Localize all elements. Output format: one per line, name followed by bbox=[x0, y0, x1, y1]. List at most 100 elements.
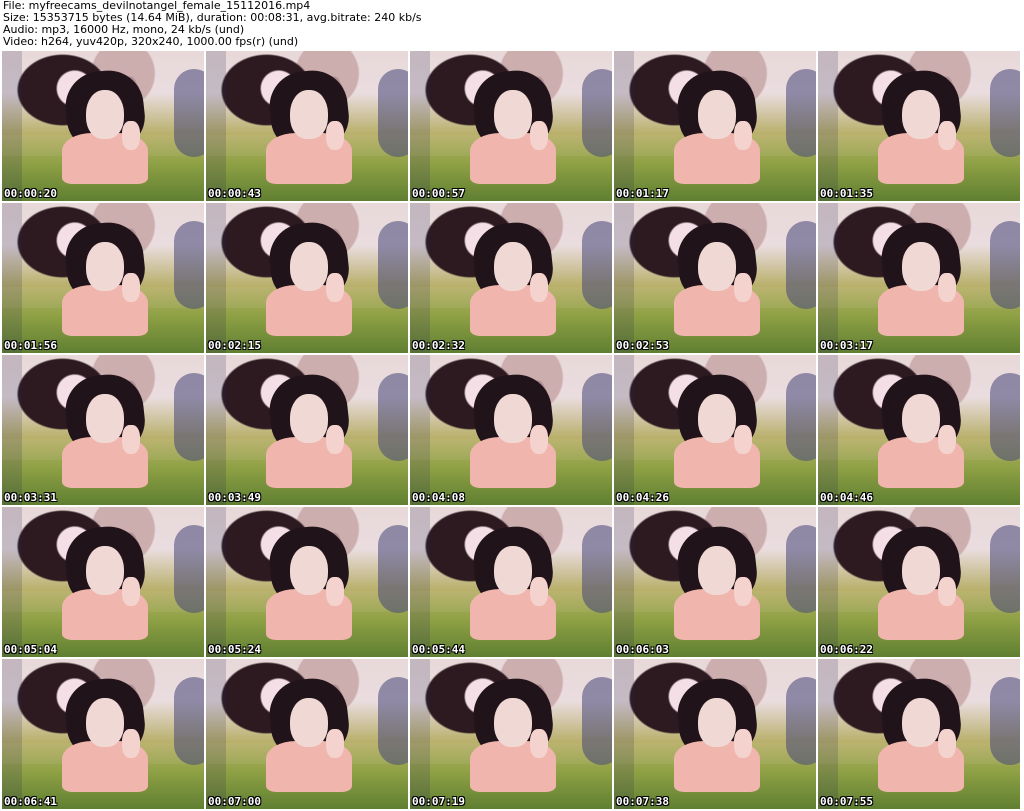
thumbnail-shadow bbox=[582, 221, 612, 309]
thumbnail-timestamp: 00:01:56 bbox=[4, 339, 57, 352]
thumbnail-person bbox=[671, 66, 764, 185]
thumbnail-hand bbox=[529, 272, 549, 303]
thumbnail-shadow bbox=[378, 221, 408, 309]
thumbnail-face bbox=[86, 89, 124, 139]
thumbnail-shadow bbox=[990, 525, 1020, 613]
thumbnail-shadow bbox=[174, 221, 204, 309]
video-thumbnail: 00:06:22 bbox=[818, 507, 1020, 657]
thumbnail-person bbox=[671, 370, 764, 489]
thumbnail-hand bbox=[937, 728, 957, 759]
video-info-line: Video: h264, yuv420p, 320x240, 1000.00 f… bbox=[3, 35, 299, 48]
thumbnail-timestamp: 00:05:24 bbox=[208, 643, 261, 656]
thumbnail-face bbox=[494, 89, 532, 139]
thumbnail-hand bbox=[529, 424, 549, 455]
thumbnail-timestamp: 00:01:35 bbox=[820, 187, 873, 200]
thumbnail-face bbox=[698, 241, 736, 291]
thumbnail-person bbox=[263, 674, 356, 793]
thumbnail-person bbox=[467, 218, 560, 337]
thumbnail-hand bbox=[121, 424, 141, 455]
thumbnail-person bbox=[671, 218, 764, 337]
thumbnail-person bbox=[875, 66, 968, 185]
thumbnail-grid: 00:00:20 00:00:43 00:00:57 00:01:17 00:0… bbox=[2, 51, 1022, 811]
thumbnail-shadow bbox=[378, 525, 408, 613]
thumbnail-timestamp: 00:01:17 bbox=[616, 187, 669, 200]
thumbnail-hand bbox=[529, 120, 549, 151]
video-thumbnail: 00:05:04 bbox=[2, 507, 204, 657]
thumbnail-timestamp: 00:05:04 bbox=[4, 643, 57, 656]
thumbnail-face bbox=[698, 89, 736, 139]
thumbnail-person bbox=[263, 370, 356, 489]
thumbnail-face bbox=[494, 241, 532, 291]
thumbnail-person bbox=[59, 370, 152, 489]
video-thumbnail: 00:07:19 bbox=[410, 659, 612, 809]
thumbnail-timestamp: 00:00:20 bbox=[4, 187, 57, 200]
video-thumbnail: 00:06:41 bbox=[2, 659, 204, 809]
video-thumbnail: 00:07:00 bbox=[206, 659, 408, 809]
video-thumbnail: 00:01:56 bbox=[2, 203, 204, 353]
thumbnail-shadow bbox=[582, 677, 612, 765]
thumbnail-person bbox=[671, 674, 764, 793]
thumbnail-face bbox=[494, 545, 532, 595]
thumbnail-hand bbox=[121, 728, 141, 759]
thumbnail-person bbox=[875, 218, 968, 337]
thumbnail-shadow bbox=[786, 221, 816, 309]
thumbnail-timestamp: 00:04:08 bbox=[412, 491, 465, 504]
thumbnail-timestamp: 00:03:17 bbox=[820, 339, 873, 352]
thumbnail-face bbox=[86, 697, 124, 747]
thumbnail-timestamp: 00:02:32 bbox=[412, 339, 465, 352]
thumbnail-shadow bbox=[582, 69, 612, 157]
thumbnail-person bbox=[59, 674, 152, 793]
video-thumbnail: 00:03:31 bbox=[2, 355, 204, 505]
thumbnail-timestamp: 00:06:41 bbox=[4, 795, 57, 808]
thumbnail-person bbox=[875, 674, 968, 793]
thumbnail-person bbox=[263, 522, 356, 641]
thumbnail-hand bbox=[325, 272, 345, 303]
thumbnail-face bbox=[698, 697, 736, 747]
thumbnail-hand bbox=[325, 728, 345, 759]
thumbnail-face bbox=[494, 697, 532, 747]
thumbnail-face bbox=[494, 393, 532, 443]
thumbnail-person bbox=[875, 370, 968, 489]
thumbnail-face bbox=[290, 393, 328, 443]
thumbnail-timestamp: 00:04:46 bbox=[820, 491, 873, 504]
video-thumbnail: 00:04:46 bbox=[818, 355, 1020, 505]
thumbnail-person bbox=[263, 218, 356, 337]
thumbnail-shadow bbox=[990, 69, 1020, 157]
thumbnail-person bbox=[875, 522, 968, 641]
thumbnail-person bbox=[467, 522, 560, 641]
thumbnail-timestamp: 00:02:53 bbox=[616, 339, 669, 352]
thumbnail-face bbox=[902, 697, 940, 747]
thumbnail-hand bbox=[733, 120, 753, 151]
video-thumbnail: 00:05:44 bbox=[410, 507, 612, 657]
thumbnail-shadow bbox=[174, 677, 204, 765]
video-thumbnail: 00:06:03 bbox=[614, 507, 816, 657]
thumbnail-timestamp: 00:05:44 bbox=[412, 643, 465, 656]
thumbnail-shadow bbox=[582, 373, 612, 461]
thumbnail-face bbox=[902, 545, 940, 595]
thumbnail-hand bbox=[529, 728, 549, 759]
thumbnail-timestamp: 00:03:49 bbox=[208, 491, 261, 504]
thumbnail-person bbox=[263, 66, 356, 185]
thumbnail-hand bbox=[325, 424, 345, 455]
thumbnail-shadow bbox=[174, 525, 204, 613]
thumbnail-hand bbox=[733, 272, 753, 303]
thumbnail-hand bbox=[937, 272, 957, 303]
thumbnail-timestamp: 00:07:38 bbox=[616, 795, 669, 808]
video-thumbnail: 00:02:32 bbox=[410, 203, 612, 353]
thumbnail-hand bbox=[937, 576, 957, 607]
thumbnail-person bbox=[59, 218, 152, 337]
video-thumbnail: 00:07:38 bbox=[614, 659, 816, 809]
thumbnail-timestamp: 00:02:15 bbox=[208, 339, 261, 352]
video-thumbnail: 00:05:24 bbox=[206, 507, 408, 657]
video-thumbnail: 00:01:35 bbox=[818, 51, 1020, 201]
thumbnail-face bbox=[290, 545, 328, 595]
thumbnail-hand bbox=[733, 576, 753, 607]
thumbnail-hand bbox=[529, 576, 549, 607]
video-thumbnail: 00:04:08 bbox=[410, 355, 612, 505]
thumbnail-shadow bbox=[786, 677, 816, 765]
thumbnail-timestamp: 00:06:22 bbox=[820, 643, 873, 656]
thumbnail-person bbox=[59, 66, 152, 185]
thumbnail-shadow bbox=[378, 373, 408, 461]
video-thumbnail: 00:01:17 bbox=[614, 51, 816, 201]
video-info-header: File: myfreecams_devilnotangel_female_15… bbox=[3, 0, 1021, 50]
